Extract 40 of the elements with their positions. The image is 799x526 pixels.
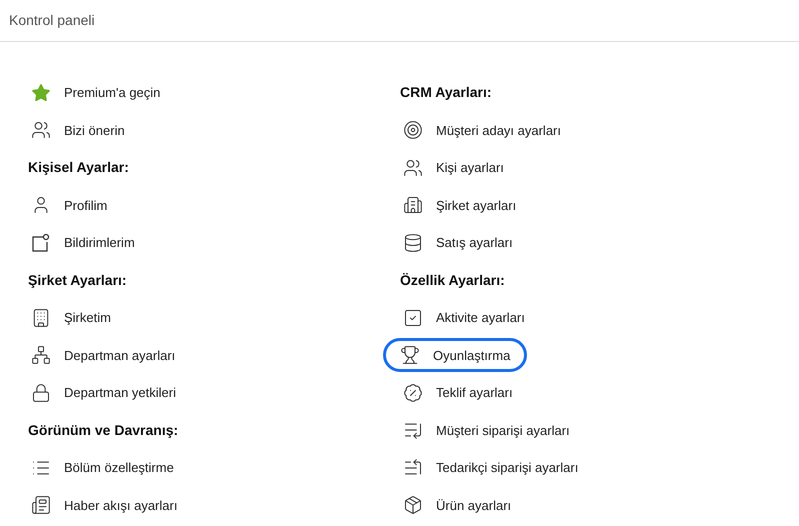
settings-link[interactable]: Bildirimlerim [28,230,138,256]
settings-link[interactable]: Şirket ayarları [400,192,520,218]
buildings-icon [403,195,423,216]
settings-link[interactable]: Departman ayarları [28,342,178,368]
star-icon [31,82,51,103]
database-icon [403,232,423,253]
checkbox-icon [403,308,423,328]
target-icon [403,120,423,140]
page-title: Kontrol paneli [9,11,95,30]
hierarchy-icon [31,345,51,366]
newspaper-icon [31,495,51,516]
settings-link[interactable]: Kişi ayarları [400,154,507,181]
settings-link[interactable]: Bölüm özelleştirme [28,454,177,481]
people-icon [403,158,423,178]
notification-icon [31,232,51,253]
section-heading: Görünüm ve Davranış: [28,420,178,440]
settings-link[interactable]: Teklif ayarları [400,380,516,406]
trophy-icon [400,345,420,366]
lock-icon [31,382,51,403]
building-icon [31,308,51,328]
section-heading: Özellik Ayarları: [400,270,505,290]
settings-link[interactable]: Haber akışı ayarları [28,492,180,518]
settings-link[interactable]: Premium'a geçin [28,80,164,106]
settings-link[interactable]: Oyunlaştırma [383,338,528,372]
settings-link[interactable]: Müşteri adayı ayarları [400,117,564,144]
settings-link[interactable]: Tedarikçi siparişi ayarları [400,454,582,481]
settings-link[interactable]: Profilim [28,192,110,218]
box-icon [403,495,423,516]
people-icon [31,120,51,140]
settings-link[interactable]: Müşteri siparişi ayarları [400,417,573,444]
settings-link[interactable]: Ürün ayarları [400,492,514,518]
section-heading: CRM Ayarları: [400,83,492,102]
settings-link[interactable]: Departman yetkileri [28,380,179,406]
settings-link[interactable]: Şirketim [28,304,114,331]
badge-icon [403,382,423,403]
section-heading: Şirket Ayarları: [28,270,127,290]
section-heading: Kişisel Ayarlar: [28,158,129,178]
settings-link[interactable]: Aktivite ayarları [400,304,528,331]
settings-link[interactable]: Bizi önerin [28,117,128,144]
settings-link[interactable]: Satış ayarları [400,230,516,256]
